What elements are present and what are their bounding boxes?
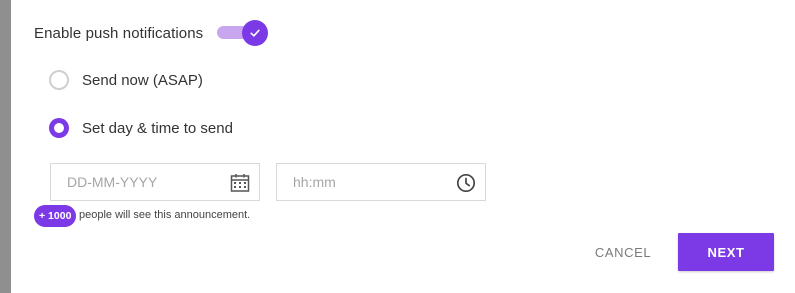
checkmark-icon [250,29,260,37]
date-input[interactable] [67,174,207,190]
radio-schedule[interactable]: Set day & time to send [49,118,233,138]
radio-label-send-now: Send now (ASAP) [82,71,203,89]
push-notifications-label: Enable push notifications [34,24,204,42]
time-input[interactable] [293,174,433,190]
reach-count-badge: + 1000 [34,205,77,227]
next-button[interactable]: NEXT [678,233,774,271]
time-field[interactable] [276,163,486,201]
clock-icon[interactable] [455,172,477,194]
push-notifications-toggle[interactable] [217,20,269,46]
calendar-icon[interactable] [229,172,251,194]
cancel-button[interactable]: CANCEL [588,233,658,271]
push-row: Enable push notifications [34,20,203,46]
date-field[interactable] [50,163,260,201]
radio-button-unchecked[interactable] [49,70,69,90]
reach-description: people will see this announcement. [79,209,251,221]
radio-button-checked[interactable] [49,118,69,138]
radio-send-now[interactable]: Send now (ASAP) [49,70,203,90]
toggle-knob [242,20,268,46]
notification-dialog: Enable push notifications Send now (ASAP… [11,0,795,293]
radio-label-schedule: Set day & time to send [82,119,233,137]
